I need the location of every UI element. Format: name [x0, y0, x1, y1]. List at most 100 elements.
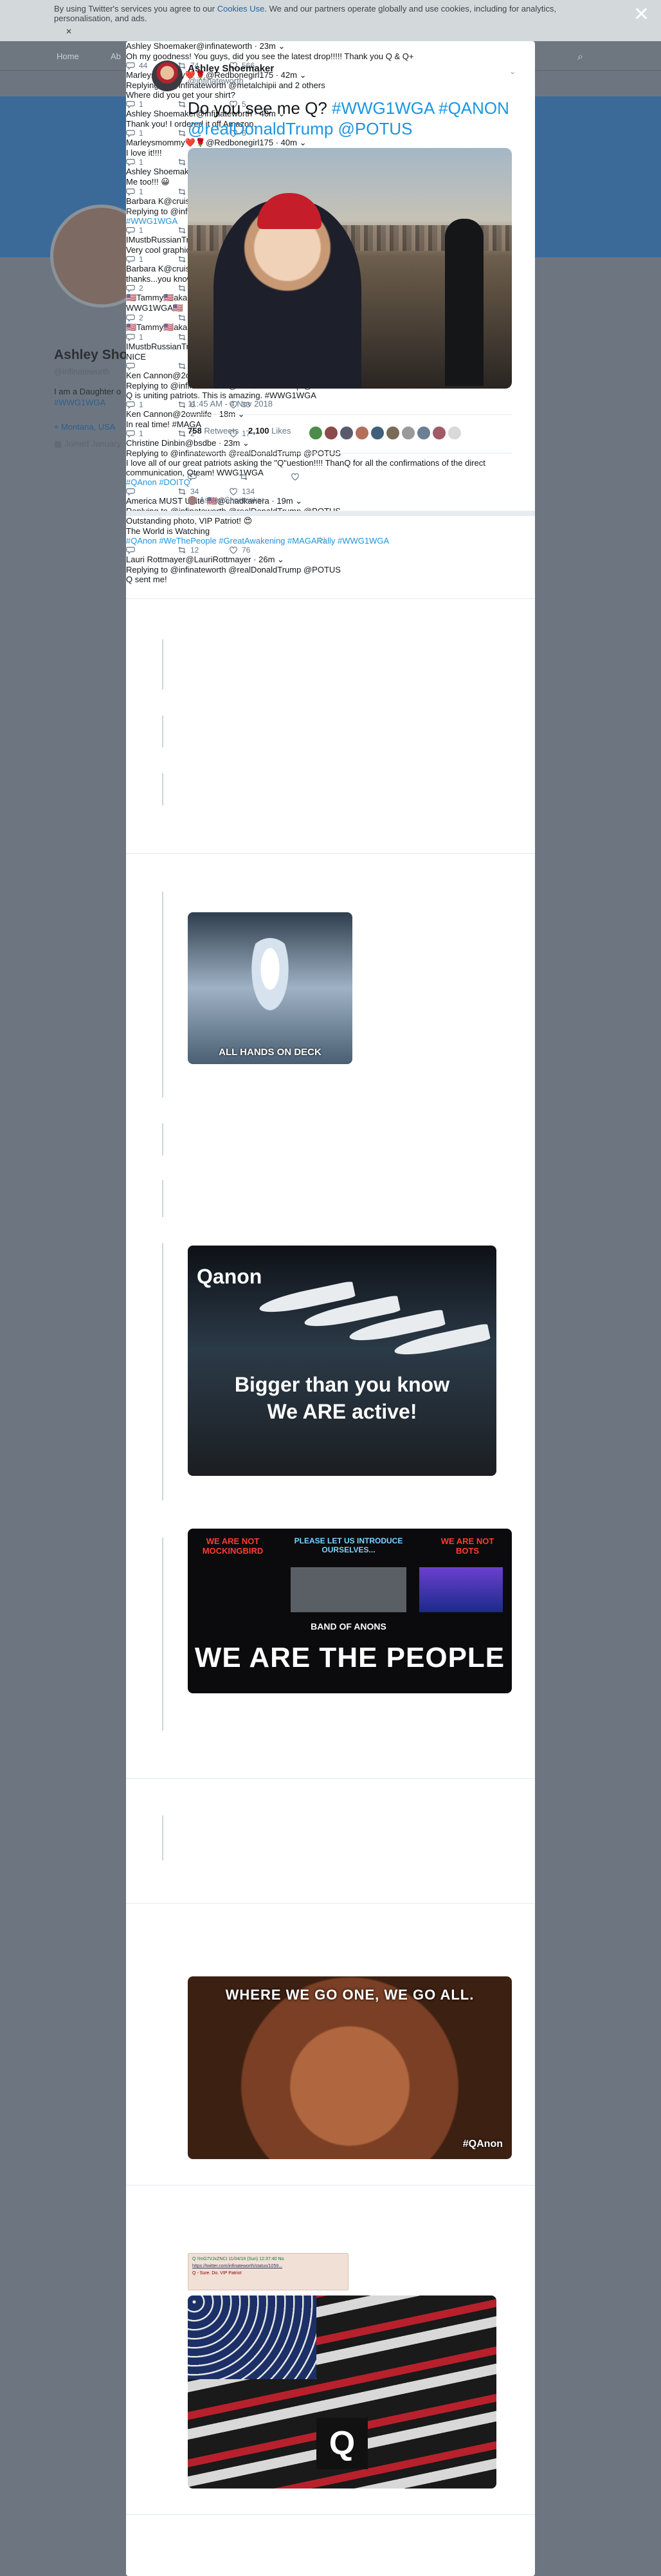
photo-hat — [257, 193, 321, 229]
reply-time[interactable]: 42m — [281, 70, 297, 80]
main-tweet-actions — [188, 472, 342, 481]
reply-handle[interactable]: @LauriRottmayer — [185, 555, 251, 564]
mention-link[interactable]: @infinateworth — [170, 565, 226, 575]
reply-button[interactable]: 1 — [126, 400, 177, 409]
liker-avatar[interactable] — [355, 426, 369, 440]
mention-link[interactable]: @realDonaldTrump — [228, 565, 301, 575]
reply-button[interactable] — [126, 487, 177, 496]
liker-avatar[interactable] — [340, 426, 354, 440]
reply-time[interactable]: 23m — [224, 438, 240, 448]
like-button[interactable]: 76 — [229, 546, 280, 555]
reply-dot: · — [251, 555, 259, 564]
reply-name[interactable]: Ken Cannon — [126, 371, 172, 380]
reply-button[interactable]: 1 — [126, 100, 177, 109]
chevron-down-icon[interactable]: ⌄ — [275, 555, 284, 564]
reply-button[interactable]: 2 — [126, 284, 177, 293]
liker-avatar[interactable] — [386, 426, 400, 440]
thread-line — [162, 892, 163, 1098]
reply-name[interactable]: Barbara K — [126, 264, 164, 273]
retweet-button[interactable]: 12 — [177, 546, 229, 555]
reply-image-hands[interactable]: WHERE WE GO ONE, WE GO ALL. #QAnon — [188, 1976, 512, 2159]
nav-about[interactable]: Ab — [111, 51, 121, 61]
search-icon[interactable]: ⌕ — [577, 51, 583, 63]
reply-name[interactable]: Ashley Shoemaker — [126, 41, 196, 51]
cookie-close-icon[interactable]: ✕ — [66, 27, 72, 37]
reply-button[interactable] — [188, 472, 239, 481]
liker-avatar[interactable] — [401, 426, 415, 440]
mention-link[interactable]: @POTUS — [303, 565, 341, 575]
liker-avatar[interactable] — [448, 426, 462, 440]
profile-bio: I am a Daughter o #WWG1WGA — [54, 386, 121, 408]
reply-author[interactable]: Lauri Rottmayer@LauriRottmayer · 26m ⌄ — [126, 555, 535, 565]
recent-liker-name[interactable]: Ashley Shoemaker — [199, 495, 264, 504]
retweet-button[interactable]: 34 — [177, 487, 229, 496]
reply-button[interactable]: 1 — [126, 333, 177, 342]
chevron-down-icon[interactable]: ⌄ — [240, 438, 249, 448]
reply-button[interactable] — [126, 546, 177, 555]
main-tweet-avatar[interactable] — [152, 60, 183, 91]
chevron-down-icon[interactable]: ⌄ — [509, 67, 516, 76]
chevron-down-icon[interactable]: ⌄ — [297, 138, 307, 147]
recent-liker-avatar[interactable] — [188, 495, 197, 505]
reply-time[interactable]: 40m — [281, 138, 297, 147]
reply-handle[interactable]: @infinateworth — [196, 41, 252, 51]
cookie-link[interactable]: Cookies Use — [217, 4, 265, 14]
reply-image-people[interactable]: WE ARE NOT MOCKINGBIRD PLEASE LET US INTR… — [188, 1529, 512, 1693]
nav-home[interactable]: Home — [57, 51, 79, 61]
chevron-down-icon[interactable]: ⌄ — [297, 70, 307, 80]
reply-name[interactable]: Lauri Rottmayer — [126, 555, 185, 564]
reply-time[interactable]: 19m — [276, 496, 293, 506]
liker-avatar[interactable] — [417, 426, 431, 440]
reply-button[interactable]: 1 — [126, 158, 177, 167]
reply-dot: · — [273, 70, 281, 80]
like-button[interactable]: 134 — [229, 487, 280, 496]
profile-location-text[interactable]: Montana, USA — [61, 422, 116, 432]
reply-button[interactable]: 1 — [126, 129, 177, 138]
like-button[interactable] — [291, 472, 342, 481]
divider — [126, 2514, 535, 2515]
reply-image-qanon[interactable]: Qanon Bigger than you know We ARE active! — [188, 1246, 496, 1476]
likes-stat[interactable]: 2,100 Likes — [248, 426, 291, 436]
reply-button[interactable]: 1 — [126, 429, 177, 438]
close-icon[interactable]: ✕ — [633, 5, 649, 24]
reply-name[interactable]: Ashley Shoemaker — [126, 167, 196, 176]
main-tweet-photo[interactable] — [188, 148, 512, 389]
main-tweet-handle[interactable]: @infinateworth — [188, 76, 244, 86]
reply-button[interactable]: 1 — [126, 255, 177, 264]
reply-image-deck[interactable]: ALL HANDS ON DECK — [188, 912, 352, 1064]
reply-name[interactable]: Ken Cannon — [126, 409, 172, 419]
reply-button[interactable]: 1 — [126, 187, 177, 196]
reply-author[interactable]: Marleysmommy❤️🌹@Redbonegirl175 · 40m ⌄ — [126, 138, 535, 148]
chevron-down-icon[interactable]: ⌄ — [276, 41, 285, 51]
retweet-button[interactable] — [239, 472, 291, 481]
reply-author[interactable]: Ashley Shoemaker@infinateworth · 23m ⌄ — [126, 41, 535, 51]
reply-handle[interactable]: @bsdbe — [185, 438, 217, 448]
liker-avatar[interactable] — [370, 426, 385, 440]
reply-time[interactable]: 23m — [260, 41, 276, 51]
main-tweet-name[interactable]: Ashley Shoemaker — [188, 63, 274, 74]
reply-name[interactable]: Christine Dinbin — [126, 438, 185, 448]
like-count: 76 — [242, 546, 251, 555]
more-icon[interactable]: (•) — [319, 537, 325, 544]
reply-time[interactable]: 26m — [258, 555, 275, 564]
main-tweet-time[interactable]: 11:45 AM - 4 Nov 2018 — [188, 399, 273, 409]
liker-avatar[interactable] — [309, 426, 323, 440]
reply-image-flag[interactable]: Q — [188, 2295, 496, 2489]
others-link[interactable]: and 2 others — [278, 80, 325, 90]
reply-name[interactable]: Marleysmommy❤️🌹 — [126, 138, 206, 147]
reply-hashtags[interactable]: #QAnon #WeThePeople #GreatAwakening #MAG… — [126, 536, 535, 546]
reply-handle[interactable]: @Redbonegirl175 — [206, 138, 273, 147]
reply-button[interactable]: 1 — [126, 226, 177, 235]
reply-button[interactable]: 2 — [126, 313, 177, 322]
reply-embedded-post[interactable]: Q !!mG7VJxZNCI 11/04/18 (Sun) 12:37:40 N… — [188, 2253, 349, 2290]
profile-bio-hashtag[interactable]: #WWG1WGA — [54, 397, 121, 408]
liker-avatar[interactable] — [324, 426, 338, 440]
photo-guard — [445, 219, 484, 386]
reply-name[interactable]: Barbara K — [126, 196, 164, 206]
embed-line-2[interactable]: https://twitter.com/infinateworth/status… — [192, 2263, 344, 2270]
reply-button[interactable] — [126, 362, 177, 371]
reply-name[interactable]: Ashley Shoemaker — [126, 109, 196, 118]
retweets-stat[interactable]: 758 Retweets — [188, 426, 239, 436]
chevron-down-icon[interactable]: ⌄ — [293, 496, 302, 506]
liker-avatar[interactable] — [432, 426, 446, 440]
